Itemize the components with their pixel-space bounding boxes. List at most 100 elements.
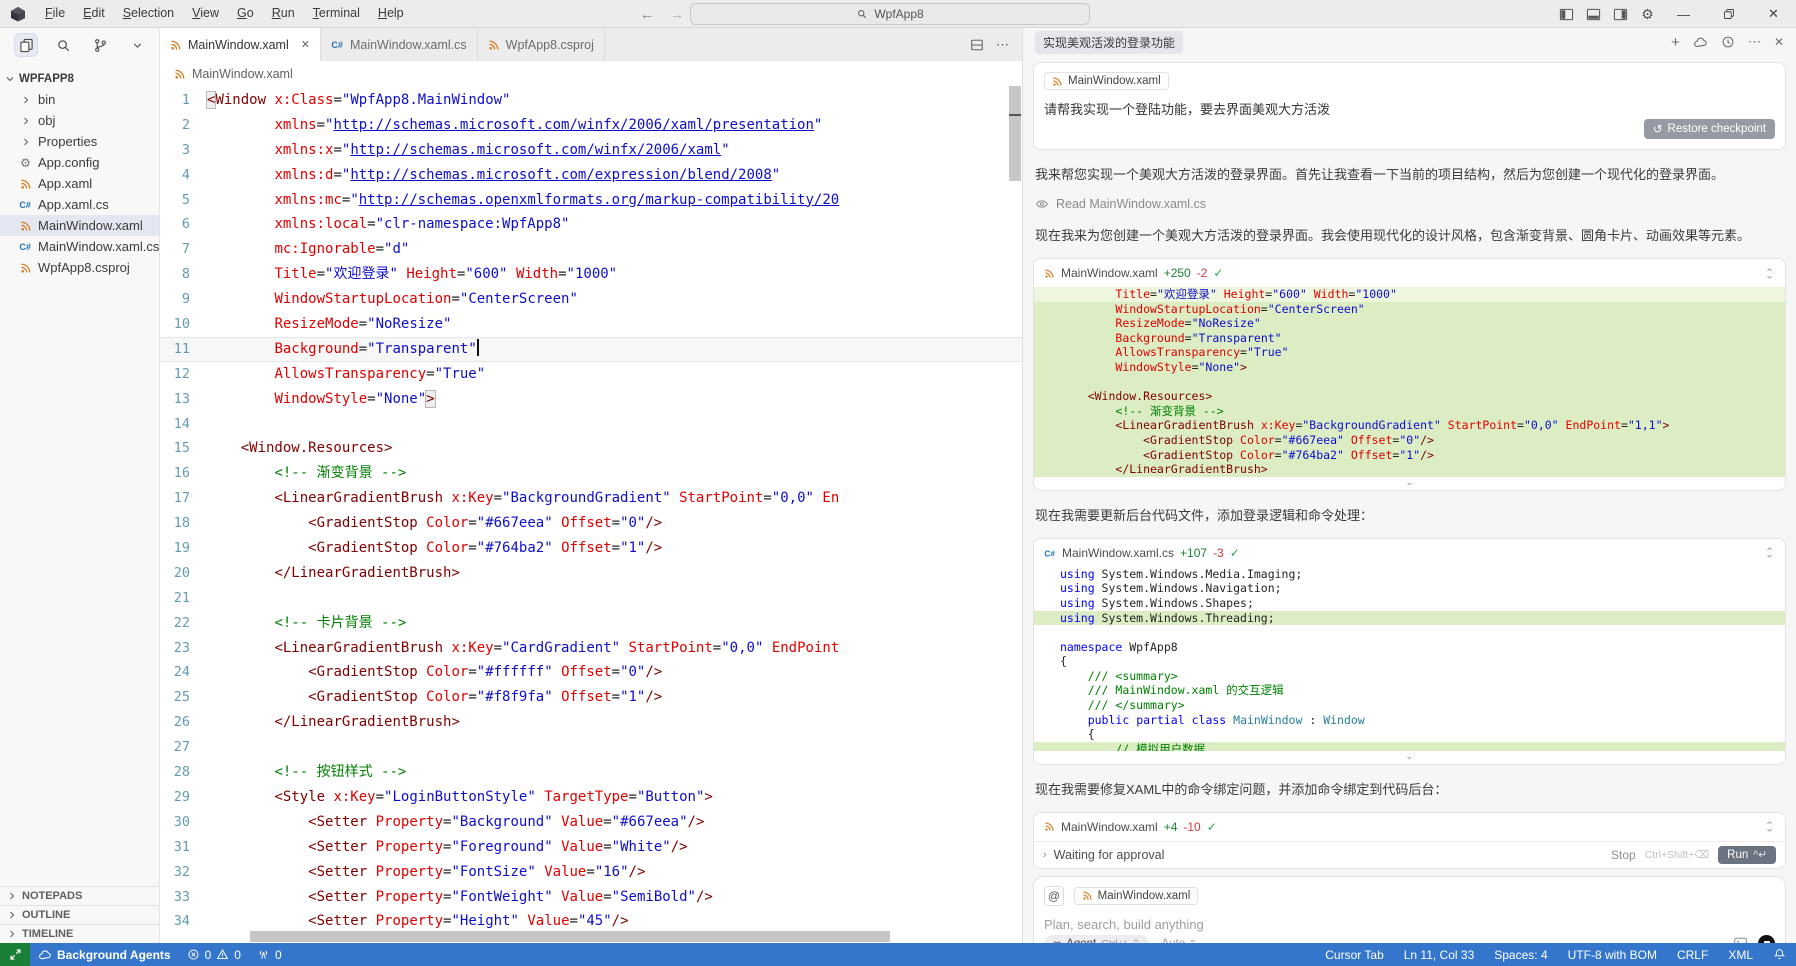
- chevron-right-icon[interactable]: ›: [1043, 849, 1047, 861]
- sidebar-item-app.xaml[interactable]: App.xaml: [0, 173, 159, 194]
- menu-item-file[interactable]: File: [36, 0, 74, 27]
- code-line-11[interactable]: 11 Background="Transparent": [160, 336, 1022, 362]
- code-line-26[interactable]: 26 </LinearGradientBrush>: [160, 710, 1022, 735]
- editor-more-actions-icon[interactable]: ⋯: [996, 37, 1010, 53]
- code-line-17[interactable]: 17 <LinearGradientBrush x:Key="Backgroun…: [160, 486, 1022, 511]
- context-file-chip[interactable]: MainWindow.xaml: [1073, 886, 1199, 905]
- tool-call-read-file[interactable]: Read MainWindow.xaml.cs: [1035, 197, 1784, 211]
- diff-header[interactable]: C# MainWindow.xaml.cs +107 -3 ✓: [1034, 539, 1785, 567]
- unfold-icon[interactable]: [1764, 546, 1775, 559]
- sidebar-section-notepads[interactable]: NOTEPADS: [0, 886, 159, 905]
- sidebar-item-obj[interactable]: obj: [0, 110, 159, 131]
- editor-vertical-scrollbar[interactable]: [1009, 86, 1021, 181]
- code-line-10[interactable]: 10 ResizeMode="NoResize": [160, 312, 1022, 337]
- code-line-9[interactable]: 9 WindowStartupLocation="CenterScreen": [160, 287, 1022, 312]
- command-search-box[interactable]: WpfApp8: [690, 3, 1090, 25]
- source-control-icon[interactable]: [88, 33, 112, 57]
- views-chevron-icon[interactable]: [125, 33, 149, 57]
- code-line-8[interactable]: 8 Title="欢迎登录" Height="600" Width="1000": [160, 262, 1022, 287]
- sidebar-item-app.config[interactable]: ⚙ App.config: [0, 152, 159, 173]
- code-line-32[interactable]: 32 <Setter Property="FontSize" Value="16…: [160, 860, 1022, 885]
- code-line-22[interactable]: 22 <!-- 卡片背景 -->: [160, 611, 1022, 636]
- toggle-primary-sidebar-icon[interactable]: [1553, 0, 1580, 28]
- code-line-13[interactable]: 13 WindowStyle="None">: [160, 387, 1022, 412]
- status-xml[interactable]: XML: [1718, 943, 1763, 966]
- code-line-2[interactable]: 2 xmlns="http://schemas.microsoft.com/wi…: [160, 113, 1022, 138]
- sidebar-item-mainwindow.xaml.cs[interactable]: C# MainWindow.xaml.cs: [0, 236, 159, 257]
- code-line-23[interactable]: 23 <LinearGradientBrush x:Key="CardGradi…: [160, 636, 1022, 661]
- code-line-16[interactable]: 16 <!-- 渐变背景 -->: [160, 461, 1022, 486]
- menu-item-run[interactable]: Run: [263, 0, 304, 27]
- code-line-7[interactable]: 7 mc:Ignorable="d": [160, 237, 1022, 262]
- problems-item[interactable]: 0 0: [179, 943, 249, 966]
- code-line-15[interactable]: 15 <Window.Resources>: [160, 436, 1022, 461]
- sidebar-item-wpfapp8.csproj[interactable]: WpfApp8.csproj: [0, 257, 159, 278]
- status-cursor-tab[interactable]: Cursor Tab: [1315, 943, 1393, 966]
- attached-file-chip[interactable]: MainWindow.xaml: [1044, 72, 1169, 90]
- code-line-12[interactable]: 12 AllowsTransparency="True": [160, 362, 1022, 387]
- chat-input-box[interactable]: @ MainWindow.xaml Plan, search, build an…: [1033, 875, 1786, 943]
- sidebar-item-app.xaml.cs[interactable]: C# App.xaml.cs: [0, 194, 159, 215]
- code-line-20[interactable]: 20 </LinearGradientBrush>: [160, 561, 1022, 586]
- restore-checkpoint-button[interactable]: ↺ Restore checkpoint: [1643, 119, 1775, 139]
- sidebar-section-timeline[interactable]: TIMELINE: [0, 924, 159, 943]
- run-button[interactable]: Run ^↵: [1718, 845, 1776, 864]
- code-line-21[interactable]: 21: [160, 586, 1022, 611]
- menu-item-terminal[interactable]: Terminal: [304, 0, 369, 27]
- status-utf-8-with-bom[interactable]: UTF-8 with BOM: [1558, 943, 1667, 966]
- window-minimize-button[interactable]: —: [1661, 0, 1706, 28]
- breadcrumb[interactable]: MainWindow.xaml: [160, 61, 1022, 86]
- code-line-1[interactable]: 1 <Window x:Class="WpfApp8.MainWindow": [160, 88, 1022, 113]
- stop-button[interactable]: Stop: [1611, 848, 1636, 862]
- code-line-27[interactable]: 27: [160, 735, 1022, 760]
- agent-mode-selector[interactable]: ∞ Agent Ctrl+I ⌃: [1044, 934, 1150, 943]
- menu-item-view[interactable]: View: [183, 0, 228, 27]
- sidebar-item-mainwindow.xaml[interactable]: MainWindow.xaml: [0, 215, 159, 236]
- code-line-33[interactable]: 33 <Setter Property="FontWeight" Value="…: [160, 885, 1022, 910]
- code-line-18[interactable]: 18 <GradientStop Color="#667eea" Offset=…: [160, 511, 1022, 536]
- menu-item-selection[interactable]: Selection: [114, 0, 183, 27]
- code-line-28[interactable]: 28 <!-- 按钮样式 -->: [160, 760, 1022, 785]
- diff-header[interactable]: MainWindow.xaml +4 -10 ✓: [1034, 813, 1785, 841]
- code-line-24[interactable]: 24 <GradientStop Color="#ffffff" Offset=…: [160, 660, 1022, 685]
- code-line-6[interactable]: 6 xmlns:local="clr-namespace:WpfApp8": [160, 212, 1022, 237]
- diff-header[interactable]: MainWindow.xaml +250 -2 ✓: [1034, 259, 1785, 287]
- sidebar-item-bin[interactable]: bin: [0, 89, 159, 110]
- bell-icon[interactable]: [1763, 943, 1796, 966]
- project-root-item[interactable]: WPFAPP8: [0, 68, 159, 89]
- unfold-icon[interactable]: [1764, 267, 1775, 280]
- code-editor[interactable]: 1 <Window x:Class="WpfApp8.MainWindow" 2 x…: [160, 86, 1022, 943]
- code-line-3[interactable]: 3 xmlns:x="http://schemas.microsoft.com/…: [160, 138, 1022, 163]
- status-crlf[interactable]: CRLF: [1667, 943, 1718, 966]
- search-view-icon[interactable]: [51, 33, 75, 57]
- feedback-item[interactable]: 0: [249, 943, 290, 966]
- stop-generation-button[interactable]: [1758, 935, 1775, 943]
- chat-tab-title[interactable]: 实现美观活泼的登录功能: [1035, 30, 1184, 54]
- settings-gear-icon[interactable]: ⚙: [1634, 0, 1661, 28]
- code-line-30[interactable]: 30 <Setter Property="Background" Value="…: [160, 810, 1022, 835]
- code-line-31[interactable]: 31 <Setter Property="Foreground" Value="…: [160, 835, 1022, 860]
- unfold-icon[interactable]: [1764, 820, 1775, 833]
- chat-more-icon[interactable]: ⋯: [1748, 34, 1761, 50]
- background-agents-item[interactable]: Background Agents: [30, 943, 179, 966]
- tab-mainwindow.xaml.cs[interactable]: C# MainWindow.xaml.cs: [320, 28, 478, 61]
- status-ln-11-col-33[interactable]: Ln 11, Col 33: [1394, 943, 1485, 966]
- toggle-secondary-sidebar-icon[interactable]: [1607, 0, 1634, 28]
- nav-forward-button[interactable]: →: [670, 6, 684, 22]
- attach-image-icon[interactable]: [1733, 936, 1748, 943]
- code-line-14[interactable]: 14: [160, 412, 1022, 437]
- chat-close-icon[interactable]: ✕: [1774, 35, 1784, 49]
- cloud-icon[interactable]: [1693, 35, 1708, 50]
- explorer-view-icon[interactable]: [14, 33, 38, 57]
- tab-mainwindow.xaml[interactable]: MainWindow.xaml ✕: [160, 28, 321, 61]
- status-spaces-4[interactable]: Spaces: 4: [1484, 943, 1557, 966]
- menu-item-go[interactable]: Go: [228, 0, 263, 27]
- remote-indicator[interactable]: [0, 943, 30, 966]
- expand-diff-icon[interactable]: ⌄: [1034, 477, 1785, 490]
- code-line-4[interactable]: 4 xmlns:d="http://schemas.microsoft.com/…: [160, 163, 1022, 188]
- tab-wpfapp8.csproj[interactable]: WpfApp8.csproj: [477, 28, 605, 61]
- sidebar-item-properties[interactable]: Properties: [0, 131, 159, 152]
- window-restore-button[interactable]: [1706, 0, 1751, 28]
- toggle-panel-icon[interactable]: [1580, 0, 1607, 28]
- menu-item-help[interactable]: Help: [369, 0, 413, 27]
